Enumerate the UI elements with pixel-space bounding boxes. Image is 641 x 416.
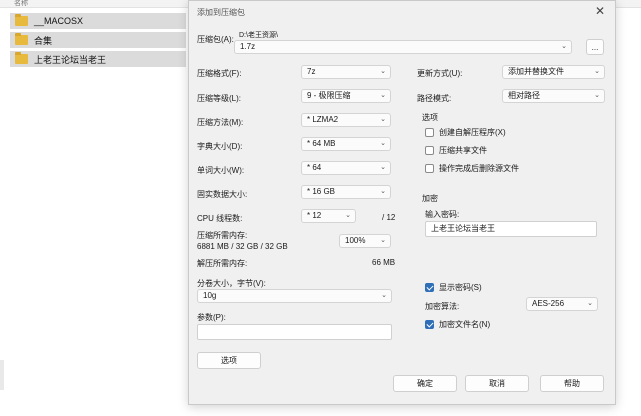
level-select[interactable]: 9 - 极限压缩 ⌄ <box>301 89 391 103</box>
file-name: 合集 <box>34 35 53 46</box>
sfx-label: 创建自解压程序(X) <box>439 128 506 137</box>
file-row-laowang[interactable]: 上老王论坛当老王 <box>10 51 186 67</box>
path-value: 相对路径 <box>508 91 540 100</box>
path-label: 路径模式: <box>417 94 452 103</box>
archive-name-combo[interactable]: 1.7z ⌄ <box>234 40 572 54</box>
chevron-down-icon: ⌄ <box>594 68 600 75</box>
solid-label: 固实数据大小: <box>197 190 248 199</box>
mem-compress-label: 压缩所需内存: <box>197 231 248 240</box>
solid-select[interactable]: * 16 GB ⌄ <box>301 185 391 199</box>
scroll-edge <box>0 360 4 390</box>
enc-method-value: AES-256 <box>532 299 565 308</box>
chevron-down-icon: ⌄ <box>587 300 593 307</box>
threads-value: * 12 <box>307 211 322 220</box>
delete-label: 操作完成后删除源文件 <box>439 164 519 173</box>
password-label: 输入密码: <box>425 210 460 219</box>
checkbox-icon <box>425 128 434 137</box>
chevron-down-icon: ⌄ <box>594 92 600 99</box>
word-select[interactable]: * 64 ⌄ <box>301 161 391 175</box>
chevron-down-icon: ⌄ <box>380 92 386 99</box>
format-value: 7z <box>307 67 316 76</box>
dict-label: 字典大小(D): <box>197 142 243 151</box>
split-label: 分卷大小，字节(V): <box>197 279 266 288</box>
file-row-macosx[interactable]: __MACOSX <box>10 13 186 29</box>
word-label: 单词大小(W): <box>197 166 245 175</box>
file-row-collection[interactable]: 合集 <box>10 32 186 48</box>
add-to-archive-dialog: 添加到压缩包 ✕ 压缩包(A): D:\老王资源\ 1.7z ⌄ ... 压缩格… <box>188 0 616 405</box>
word-value: * 64 <box>307 163 322 172</box>
sfx-checkbox[interactable]: 创建自解压程序(X) <box>425 127 506 138</box>
update-label: 更新方式(U): <box>417 69 463 78</box>
solid-value: * 16 GB <box>307 187 336 196</box>
close-icon[interactable]: ✕ <box>593 4 607 18</box>
delete-checkbox[interactable]: 操作完成后删除源文件 <box>425 163 519 174</box>
folder-icon <box>15 14 28 26</box>
chevron-down-icon: ⌄ <box>380 237 386 244</box>
file-name: 上老王论坛当老王 <box>34 54 107 65</box>
path-select[interactable]: 相对路径 ⌄ <box>502 89 605 103</box>
mem-percent-value: 100% <box>345 236 366 245</box>
split-value: 10g <box>203 291 217 300</box>
params-label: 参数(P): <box>197 313 226 322</box>
mem-percent-select[interactable]: 100% ⌄ <box>339 234 391 248</box>
format-label: 压缩格式(F): <box>197 69 242 78</box>
password-input[interactable]: 上老王论坛当老王 <box>425 221 597 237</box>
method-label: 压缩方法(M): <box>197 118 244 127</box>
ok-button[interactable]: 确定 <box>393 375 457 392</box>
params-input[interactable] <box>197 324 392 340</box>
threads-select[interactable]: * 12 ⌄ <box>301 209 356 223</box>
encrypt-names-checkbox[interactable]: 加密文件名(N) <box>425 319 490 330</box>
chevron-down-icon: ⌄ <box>380 140 386 147</box>
folder-icon <box>15 33 28 45</box>
show-password-label: 显示密码(S) <box>439 283 482 292</box>
file-name: __MACOSX <box>34 16 84 26</box>
browse-button[interactable]: ... <box>586 39 604 55</box>
mem-decompress-value: 66 MB <box>372 258 396 267</box>
threads-label: CPU 线程数: <box>197 214 243 223</box>
dialog-title: 添加到压缩包 <box>197 8 245 17</box>
format-select[interactable]: 7z ⌄ <box>301 65 391 79</box>
enc-method-label: 加密算法: <box>425 302 460 311</box>
chevron-down-icon: ⌄ <box>345 212 351 219</box>
shared-checkbox[interactable]: 压缩共享文件 <box>425 145 487 156</box>
archive-name-value: 1.7z <box>240 42 256 51</box>
mem-decompress-label: 解压所需内存: <box>197 259 248 268</box>
dict-value: * 64 MB <box>307 139 336 148</box>
dict-select[interactable]: * 64 MB ⌄ <box>301 137 391 151</box>
update-select[interactable]: 添加并替换文件 ⌄ <box>502 65 605 79</box>
archive-dir: D:\老王资源\ <box>239 32 278 39</box>
mem-compress-value: 6881 MB / 32 GB / 32 GB <box>197 242 288 251</box>
split-select[interactable]: 10g ⌄ <box>197 289 392 303</box>
column-name[interactable]: 名称 <box>14 0 28 8</box>
level-label: 压缩等级(L): <box>197 94 241 103</box>
level-value: 9 - 极限压缩 <box>307 91 351 100</box>
checkbox-checked-icon <box>425 283 434 292</box>
method-select[interactable]: * LZMA2 ⌄ <box>301 113 391 127</box>
options-button[interactable]: 选项 <box>197 352 261 369</box>
folder-icon <box>15 52 28 64</box>
checkbox-icon <box>425 164 434 173</box>
chevron-down-icon: ⌄ <box>380 188 386 195</box>
enc-method-select[interactable]: AES-256 ⌄ <box>526 297 598 311</box>
help-button[interactable]: 帮助 <box>540 375 604 392</box>
chevron-down-icon: ⌄ <box>381 292 387 299</box>
chevron-down-icon: ⌄ <box>380 164 386 171</box>
threads-max: / 12 <box>382 213 396 222</box>
show-password-checkbox[interactable]: 显示密码(S) <box>425 282 482 293</box>
archive-label: 压缩包(A): <box>197 35 234 44</box>
cancel-button[interactable]: 取消 <box>465 375 529 392</box>
method-value: * LZMA2 <box>307 115 339 124</box>
chevron-down-icon: ⌄ <box>380 116 386 123</box>
encrypt-names-label: 加密文件名(N) <box>439 320 491 329</box>
chevron-down-icon: ⌄ <box>380 68 386 75</box>
options-group-title: 选项 <box>422 113 438 122</box>
encrypt-group-title: 加密 <box>422 194 438 203</box>
chevron-down-icon: ⌄ <box>561 43 567 50</box>
checkbox-icon <box>425 146 434 155</box>
shared-label: 压缩共享文件 <box>439 146 487 155</box>
update-value: 添加并替换文件 <box>508 67 564 76</box>
checkbox-checked-icon <box>425 320 434 329</box>
